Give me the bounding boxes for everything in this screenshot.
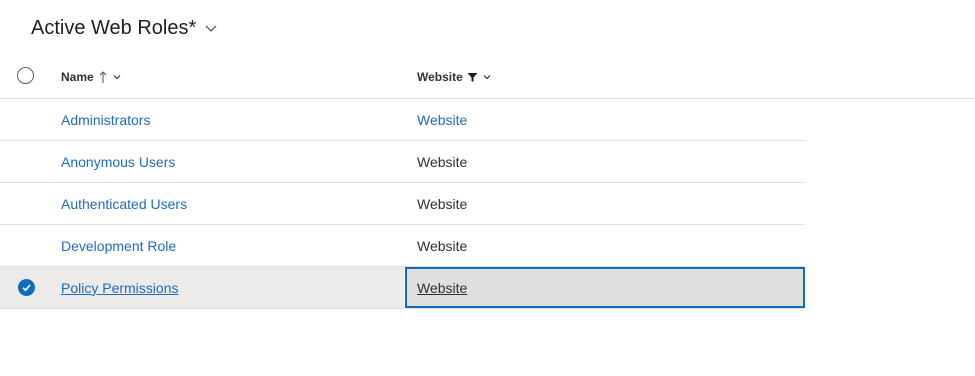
column-header-website[interactable]: Website [417,56,492,98]
table-row[interactable]: Development Role Website [0,225,805,267]
name-link[interactable]: Policy Permissions [61,280,178,296]
website-text: Website [417,153,468,170]
name-link[interactable]: Administrators [61,112,150,128]
cell-website: Website [405,99,805,140]
chevron-down-icon [205,25,217,32]
row-select[interactable] [0,225,50,266]
column-header-name[interactable]: Name [61,56,122,98]
checkmark-icon [22,284,31,292]
website-link[interactable]: Website [417,112,467,128]
cell-name: Anonymous Users [50,141,405,182]
cell-website-focused[interactable]: Website [405,267,805,308]
grid-header: Name Website [0,56,975,99]
name-link[interactable]: Development Role [61,238,176,254]
data-grid: Name Website Administrators Website Anon… [0,56,975,309]
table-row-selected[interactable]: Policy Permissions Website [0,267,805,309]
row-select[interactable] [0,99,50,140]
column-header-website-label: Website [417,70,463,84]
website-text: Website [417,195,468,212]
row-select[interactable] [0,141,50,182]
column-header-name-label: Name [61,70,94,84]
table-row[interactable]: Anonymous Users Website [0,141,805,183]
website-text: Website [417,237,468,254]
checkmark-circle-icon[interactable] [18,279,35,296]
cell-website: Website [405,141,805,182]
select-all-checkbox[interactable] [17,67,34,84]
cell-name: Authenticated Users [50,183,405,224]
name-link[interactable]: Anonymous Users [61,154,175,170]
cell-name: Policy Permissions [50,267,405,308]
cell-website: Website [405,183,805,224]
cell-name: Administrators [50,99,405,140]
row-select[interactable] [0,267,50,308]
table-row[interactable]: Authenticated Users Website [0,183,805,225]
sort-ascending-icon [99,71,107,83]
chevron-down-icon [113,75,121,80]
name-link[interactable]: Authenticated Users [61,196,187,212]
cell-name: Development Role [50,225,405,266]
website-link[interactable]: Website [417,280,467,296]
table-row[interactable]: Administrators Website [0,99,805,141]
view-title: Active Web Roles* [31,16,197,39]
cell-website: Website [405,225,805,266]
filter-icon [467,72,478,82]
chevron-down-icon [483,75,491,80]
row-select[interactable] [0,183,50,224]
view-selector[interactable]: Active Web Roles* [31,14,218,42]
